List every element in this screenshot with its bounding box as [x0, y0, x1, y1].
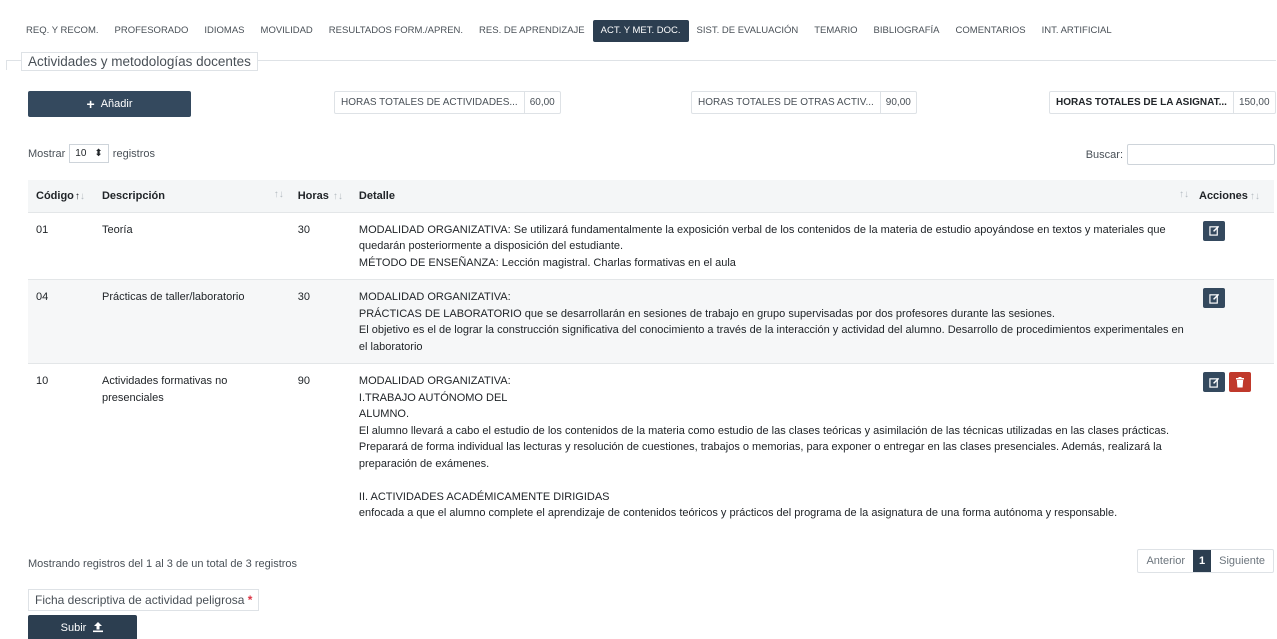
edit-icon[interactable] — [1203, 220, 1225, 241]
hazard-sheet-label-box: Ficha descriptiva de actividad peligrosa… — [28, 589, 260, 611]
hazard-sheet-label: Ficha descriptiva de actividad peligrosa — [35, 593, 245, 607]
detail-line: ALUMNO. — [358, 408, 410, 420]
tab-0[interactable]: REQ. Y RECOM. — [18, 20, 107, 42]
edit-icon[interactable] — [1203, 288, 1225, 308]
sort-icon: ↑↓ — [1249, 190, 1260, 202]
tab-4[interactable]: RESULTADOS FORM./APREN. — [321, 20, 471, 42]
activities-hours-label: HORAS TOTALES DE ACTIVIDADES... — [335, 92, 525, 113]
column-header-description-label: Descripción — [101, 189, 165, 202]
required-marker: * — [247, 593, 253, 607]
table-header-row: Código↑↓ Descripción ↑↓ Horas ↑↓ Detalle ↑↓… — [28, 180, 1274, 212]
sort-icon: ↑↓ — [273, 189, 284, 200]
activities-table: Código↑↓ Descripción ↑↓ Horas ↑↓ Detalle ↑↓… — [28, 180, 1274, 530]
length-suffix: registros — [112, 147, 155, 160]
tab-10[interactable]: COMENTARIOS — [948, 20, 1034, 42]
search-label: Buscar: — [1085, 148, 1123, 161]
column-header-actions[interactable]: Acciones ↑↓ — [1195, 180, 1274, 212]
cell-detail: MODALIDAD ORGANIZATIVA: PRÁCTICAS DE LABO… — [350, 279, 1195, 364]
length-select-value: 10 — [75, 148, 87, 159]
column-header-description[interactable]: Descripción ↑↓ — [94, 180, 290, 212]
other-hours-box: HORAS TOTALES DE OTRAS ACTIV... 90,00 — [691, 91, 917, 114]
tab-7[interactable]: SIST. DE EVALUACIÓN — [689, 20, 807, 42]
search-control: Buscar: — [1086, 144, 1275, 165]
cell-code: 04 — [28, 279, 94, 364]
sort-icon: ↑↓ — [332, 190, 343, 202]
detail-line: PRÁCTICAS DE LABORATORIO que se desarrol… — [358, 307, 1055, 320]
activities-hours-value: 60,00 — [529, 97, 555, 108]
cell-actions — [1195, 363, 1274, 530]
tab-9[interactable]: BIBLIOGRAFÍA — [866, 20, 948, 42]
tab-8[interactable]: TEMARIO — [806, 20, 865, 42]
subject-hours-value: 150,00 — [1238, 97, 1270, 108]
table-row: 04 Prácticas de taller/laboratorio 30 MODAL… — [28, 279, 1274, 364]
add-button[interactable]: + Añadir — [28, 91, 191, 117]
cell-hours: 30 — [289, 279, 351, 364]
subject-hours-label: HORAS TOTALES DE LA ASIGNAT... — [1050, 92, 1234, 113]
tab-1[interactable]: PROFESORADO — [107, 20, 197, 42]
cell-detail: MODALIDAD ORGANIZATIVA: Se utilizará fun… — [350, 211, 1195, 280]
detail-line: El alumno llevará a cabo el estudio de l… — [358, 424, 1170, 437]
detail-line: MODALIDAD ORGANIZATIVA: — [358, 375, 511, 387]
column-header-hours-label: Horas — [297, 189, 329, 202]
trash-icon[interactable] — [1229, 372, 1251, 392]
table-row: 01 Teoría 30 MODALIDAD ORGANIZATIVA: Se uti… — [28, 211, 1274, 280]
cell-actions — [1195, 211, 1274, 280]
cell-code: 01 — [28, 211, 94, 280]
other-hours-value: 90,00 — [885, 97, 911, 108]
detail-line: MODALIDAD ORGANIZATIVA: — [358, 291, 511, 303]
plus-icon: + — [86, 96, 95, 112]
length-select[interactable]: 10 ⬍ — [69, 144, 109, 163]
subject-hours-box: HORAS TOTALES DE LA ASIGNAT... 150,00 — [1049, 91, 1276, 114]
column-header-code[interactable]: Código↑↓ — [28, 180, 94, 212]
section-title: Actividades y metodologías docentes — [21, 52, 258, 71]
cell-description: Actividades formativas no presenciales — [93, 363, 290, 530]
cell-description: Prácticas de taller/laboratorio — [93, 279, 290, 364]
detail-line: enfocada a que el alumno complete el apr… — [358, 507, 1118, 519]
pagination: Anterior 1 Siguiente — [1137, 549, 1274, 573]
upload-button-label: Subir — [60, 622, 87, 634]
cell-hours: 90 — [289, 363, 351, 530]
cell-detail: MODALIDAD ORGANIZATIVA: I.TRABAJO AUTÓNOM… — [350, 363, 1195, 530]
sort-icon: ↑↓ — [1179, 189, 1189, 200]
detail-line: MODALIDAD ORGANIZATIVA: Se utilizará fun… — [358, 223, 1166, 253]
column-header-detail-label: Detalle — [358, 189, 395, 202]
tab-11[interactable]: INT. ARTIFICIAL — [1034, 20, 1120, 42]
tab-3[interactable]: MOVILIDAD — [253, 20, 321, 42]
search-input[interactable] — [1127, 144, 1275, 165]
detail-line: II. ACTIVIDADES ACADÉMICAMENTE DIRIGIDAS — [358, 490, 610, 503]
detail-line: Preparará de forma individual las lectur… — [358, 441, 1162, 470]
activities-hours-box: HORAS TOTALES DE ACTIVIDADES... 60,00 — [334, 91, 561, 114]
current-page-button[interactable]: 1 — [1193, 550, 1212, 572]
cell-code: 10 — [28, 363, 94, 530]
cell-description: Teoría — [93, 211, 290, 280]
prev-page-button[interactable]: Anterior — [1138, 550, 1193, 572]
select-arrows-icon: ⬍ — [94, 148, 103, 159]
upload-icon — [92, 621, 104, 636]
upload-button[interactable]: Subir — [28, 615, 137, 639]
cell-actions — [1195, 279, 1274, 364]
edit-icon[interactable] — [1203, 372, 1225, 392]
column-header-code-label: Código — [36, 189, 74, 202]
tab-6[interactable]: ACT. Y MET. DOC. — [592, 20, 689, 42]
column-header-actions-label: Acciones — [1199, 189, 1248, 202]
tab-5[interactable]: RES. DE APRENDIZAJE — [471, 20, 593, 42]
tab-bar: REQ. Y RECOM. PROFESORADO IDIOMAS MOVILIDAD… — [18, 20, 1120, 42]
detail-line: I.TRABAJO AUTÓNOMO DEL — [358, 391, 508, 404]
other-hours-label: HORAS TOTALES DE OTRAS ACTIV... — [692, 92, 881, 113]
tab-2[interactable]: IDIOMAS — [196, 20, 252, 42]
cell-hours: 30 — [289, 211, 351, 280]
table-info: Mostrando registros del 1 al 3 de un tot… — [28, 558, 298, 570]
detail-line — [359, 472, 1187, 489]
next-page-button[interactable]: Siguiente — [1211, 550, 1273, 572]
length-prefix: Mostrar — [28, 147, 66, 160]
column-header-hours[interactable]: Horas ↑↓ — [290, 180, 351, 212]
length-control: Mostrar 10 ⬍ registros — [28, 144, 155, 163]
detail-line: El objetivo es el de lograr la construcc… — [358, 324, 1184, 353]
column-header-detail[interactable]: Detalle ↑↓ — [351, 180, 1195, 212]
sort-icon: ↑↓ — [74, 190, 85, 202]
detail-line: MÉTODO DE ENSEÑANZA: Lección magistral. … — [358, 256, 736, 269]
add-button-label: Añadir — [100, 98, 133, 110]
table-row: 10 Actividades formativas no presenciales… — [28, 363, 1274, 530]
